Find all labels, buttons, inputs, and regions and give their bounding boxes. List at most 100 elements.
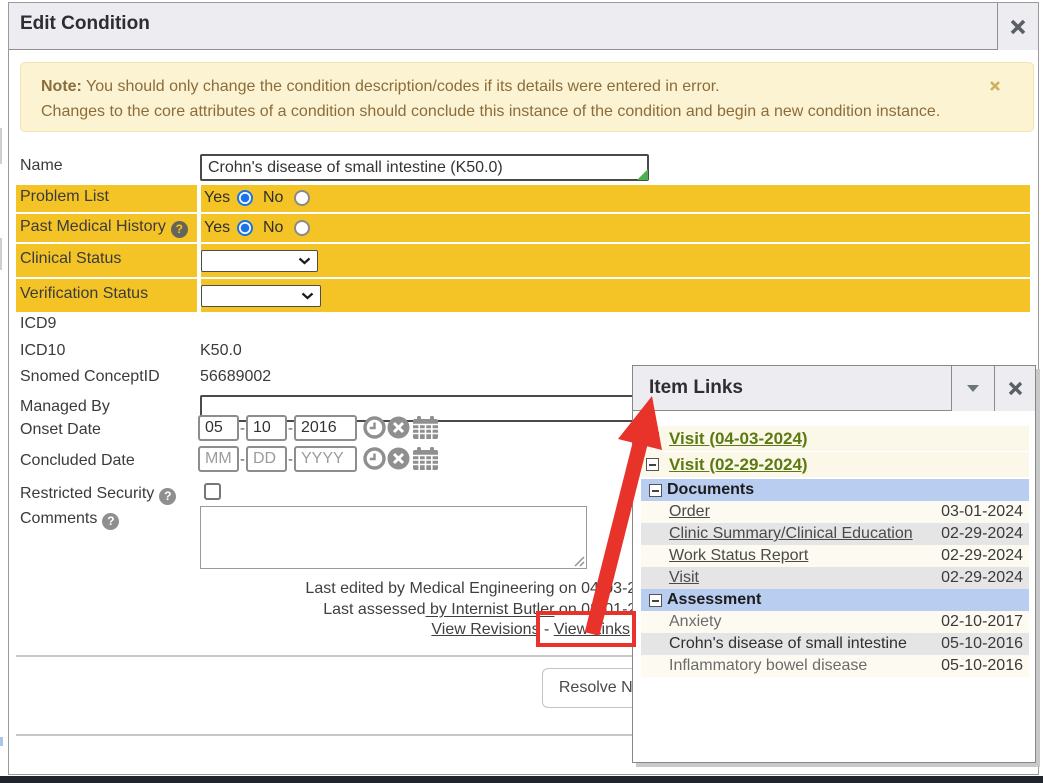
pmh-value-cell: Yes No bbox=[201, 214, 1030, 242]
item-text: Anxiety bbox=[669, 613, 721, 631]
list-item: Work Status Report 02-29-2024 bbox=[641, 545, 1029, 567]
item-date: 02-29-2024 bbox=[941, 569, 1023, 587]
visit-row: Visit (04-03-2024) bbox=[641, 426, 1029, 451]
help-icon[interactable]: ? bbox=[102, 513, 119, 530]
verification-status-label: Verification Status bbox=[20, 285, 148, 303]
name-label: Name bbox=[20, 157, 63, 175]
item-date: 03-01-2024 bbox=[941, 503, 1023, 521]
concluded-day-input[interactable] bbox=[246, 446, 287, 472]
concluded-month-input[interactable] bbox=[198, 446, 239, 472]
list-item: Crohn's disease of small intestine 05-10… bbox=[641, 633, 1029, 655]
last-edited-line: Last edited by Medical Engineering on 04… bbox=[250, 578, 663, 599]
problem-list-label: Problem List bbox=[20, 188, 109, 206]
no-label: No bbox=[263, 189, 283, 207]
close-icon bbox=[1008, 381, 1023, 396]
visit-row: Visit (02-29-2024) bbox=[641, 452, 1029, 477]
problem-list-yes-radio[interactable] bbox=[237, 190, 253, 206]
last-assessed-user-link[interactable]: by Internist Butler bbox=[426, 601, 555, 618]
problem-list-label-cell: Problem List bbox=[16, 185, 197, 212]
onset-day-input[interactable] bbox=[246, 415, 287, 441]
item-link[interactable]: Work Status Report bbox=[669, 547, 808, 565]
resize-handle-icon[interactable] bbox=[574, 556, 585, 567]
calendar-icon[interactable] bbox=[412, 415, 439, 440]
page-edge-artifact bbox=[0, 128, 2, 164]
item-link[interactable]: Order bbox=[669, 503, 710, 521]
note-close-button[interactable] bbox=[989, 79, 1007, 97]
restricted-security-checkbox[interactable] bbox=[204, 483, 221, 500]
comments-label: Comments? bbox=[20, 510, 119, 530]
collapse-icon[interactable] bbox=[646, 432, 659, 445]
date-separator: - bbox=[240, 420, 245, 437]
verification-status-value-cell bbox=[201, 279, 1030, 312]
item-date: 05-10-2016 bbox=[941, 635, 1023, 653]
dialog-close-button[interactable] bbox=[997, 3, 1038, 50]
problem-list-value-cell: Yes No bbox=[201, 185, 1030, 212]
list-item: Clinic Summary/Clinical Education 02-29-… bbox=[641, 523, 1029, 545]
clear-date-icon[interactable] bbox=[387, 416, 410, 439]
verification-status-select[interactable] bbox=[201, 285, 321, 307]
yes-label: Yes bbox=[204, 189, 230, 207]
clinical-status-select[interactable] bbox=[201, 250, 318, 272]
screen: Edit Condition Note: You should only cha… bbox=[0, 0, 1043, 783]
item-date: 02-29-2024 bbox=[941, 525, 1023, 543]
snomed-label: Snomed ConceptID bbox=[20, 368, 160, 386]
item-text: Inflammatory bowel disease bbox=[669, 657, 867, 675]
list-item: Visit 02-29-2024 bbox=[641, 567, 1029, 589]
pmh-no-radio[interactable] bbox=[294, 220, 310, 236]
managed-by-label: Managed By bbox=[20, 398, 110, 416]
chevron-down-icon bbox=[298, 257, 311, 265]
clock-icon[interactable] bbox=[363, 447, 386, 470]
date-separator: - bbox=[288, 451, 293, 468]
view-links-link[interactable]: View Links bbox=[554, 621, 630, 638]
dropdown-arrow-icon bbox=[966, 384, 980, 393]
item-link[interactable]: Clinic Summary/Clinical Education bbox=[669, 525, 913, 543]
restricted-security-label: Restricted Security? bbox=[20, 485, 176, 505]
footer-links: View Revisions - View Links bbox=[250, 621, 630, 639]
comments-textarea[interactable] bbox=[200, 506, 587, 569]
help-icon[interactable]: ? bbox=[171, 221, 188, 238]
clinical-status-value-cell bbox=[201, 244, 1030, 277]
pmh-label: Past Medical History? bbox=[20, 218, 188, 238]
item-text-current: Crohn's disease of small intestine bbox=[669, 635, 907, 653]
snomed-value: 56689002 bbox=[200, 368, 271, 386]
icd9-label: ICD9 bbox=[20, 315, 56, 333]
resize-handle-icon[interactable] bbox=[637, 169, 648, 180]
yes-label: Yes bbox=[204, 219, 230, 237]
close-icon bbox=[989, 80, 1001, 92]
visit-link[interactable]: Visit (04-03-2024) bbox=[669, 429, 808, 449]
note-label: Note: bbox=[41, 78, 82, 95]
concluded-year-input[interactable] bbox=[294, 446, 357, 472]
pmh-yes-radio[interactable] bbox=[237, 220, 253, 236]
collapse-icon[interactable] bbox=[649, 594, 662, 607]
help-icon[interactable]: ? bbox=[159, 488, 176, 505]
onset-year-input[interactable] bbox=[294, 415, 357, 441]
collapse-icon[interactable] bbox=[649, 484, 662, 497]
links-separator: - bbox=[544, 621, 549, 638]
list-item: Inflammatory bowel disease 05-10-2016 bbox=[641, 655, 1029, 677]
warning-note-banner: Note: You should only change the conditi… bbox=[20, 62, 1034, 132]
popup-menu-button[interactable] bbox=[951, 366, 994, 411]
section-label: Documents bbox=[667, 481, 754, 499]
section-row-documents: Documents bbox=[641, 479, 1029, 501]
date-separator: - bbox=[240, 451, 245, 468]
clear-date-icon[interactable] bbox=[387, 447, 410, 470]
item-link[interactable]: Visit bbox=[669, 569, 699, 587]
problem-list-no-radio[interactable] bbox=[294, 190, 310, 206]
section-row-assessment: Assessment bbox=[641, 589, 1029, 611]
clock-icon[interactable] bbox=[363, 416, 386, 439]
window-bottom-edge bbox=[0, 776, 1043, 783]
onset-date-label: Onset Date bbox=[20, 421, 101, 439]
view-revisions-link[interactable]: View Revisions bbox=[431, 621, 539, 638]
page-edge-artifact bbox=[0, 737, 3, 746]
collapse-icon[interactable] bbox=[646, 458, 659, 471]
visit-link[interactable]: Visit (02-29-2024) bbox=[669, 455, 808, 475]
date-separator: - bbox=[288, 420, 293, 437]
no-label: No bbox=[263, 219, 283, 237]
close-icon bbox=[1010, 19, 1026, 35]
name-input[interactable] bbox=[200, 154, 649, 181]
item-links-popup: Item Links Visit (04-03-2024) Visit (02-… bbox=[632, 365, 1036, 763]
note-line2: Changes to the core attributes of a cond… bbox=[41, 103, 940, 121]
popup-close-button[interactable] bbox=[994, 366, 1035, 411]
onset-month-input[interactable] bbox=[198, 415, 239, 441]
calendar-icon[interactable] bbox=[412, 446, 439, 471]
